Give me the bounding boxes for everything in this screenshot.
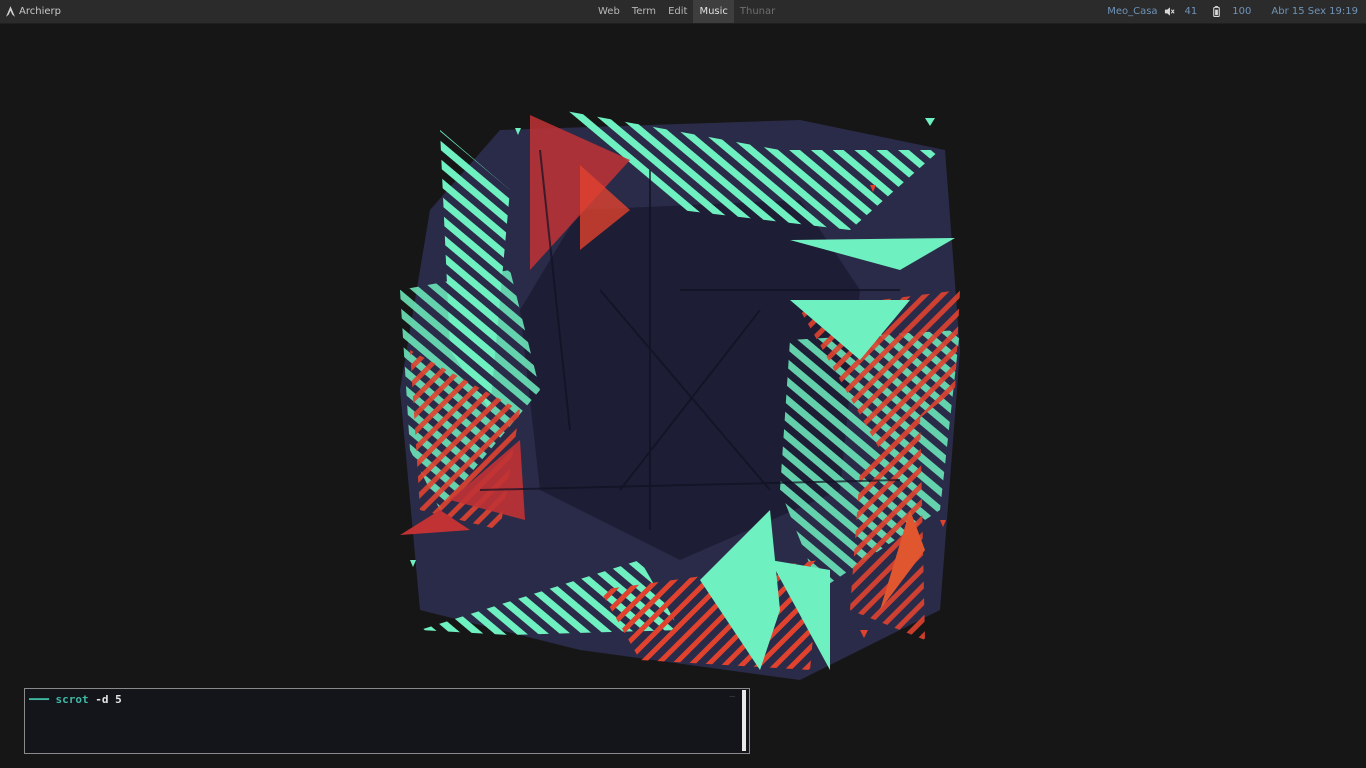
terminal-args: -d 5	[95, 693, 122, 706]
workspace-thunar[interactable]: Thunar	[734, 0, 781, 23]
prompt-bar: ━━━	[29, 693, 56, 706]
status-area: Meo_Casa 41 100 Abr 15 Sex 19:19	[1097, 0, 1358, 23]
terminal-prompt-line: ━━━ scrot -d 5	[29, 693, 122, 706]
workspace-web[interactable]: Web	[592, 0, 626, 23]
workspace-music[interactable]: Music	[693, 0, 734, 23]
launcher-label: Archierp	[19, 6, 61, 17]
battery-icon	[1213, 6, 1221, 17]
network-name[interactable]: Meo_Casa	[1107, 0, 1157, 23]
wallpaper-art	[400, 110, 960, 680]
arch-logo-icon	[6, 6, 15, 17]
workspace-edit[interactable]: Edit	[662, 0, 693, 23]
workspace-term[interactable]: Term	[626, 0, 662, 23]
battery-level: 100	[1232, 6, 1252, 17]
clock[interactable]: Abr 15 Sex 19:19	[1271, 0, 1358, 23]
launcher[interactable]: Archierp	[6, 0, 61, 23]
terminal-menu-icon[interactable]: —	[730, 692, 735, 702]
terminal-window[interactable]: ━━━ scrot -d 5 —	[24, 688, 750, 754]
speaker-muted-icon[interactable]	[1164, 6, 1175, 17]
terminal-scrollbar[interactable]	[742, 690, 746, 751]
top-bar: Archierp Web Term Edit Music Thunar Meo_…	[0, 0, 1366, 24]
terminal-command: scrot	[55, 693, 89, 706]
volume-level[interactable]: 41	[1185, 0, 1198, 23]
workspace-switcher: Web Term Edit Music Thunar	[592, 0, 781, 23]
